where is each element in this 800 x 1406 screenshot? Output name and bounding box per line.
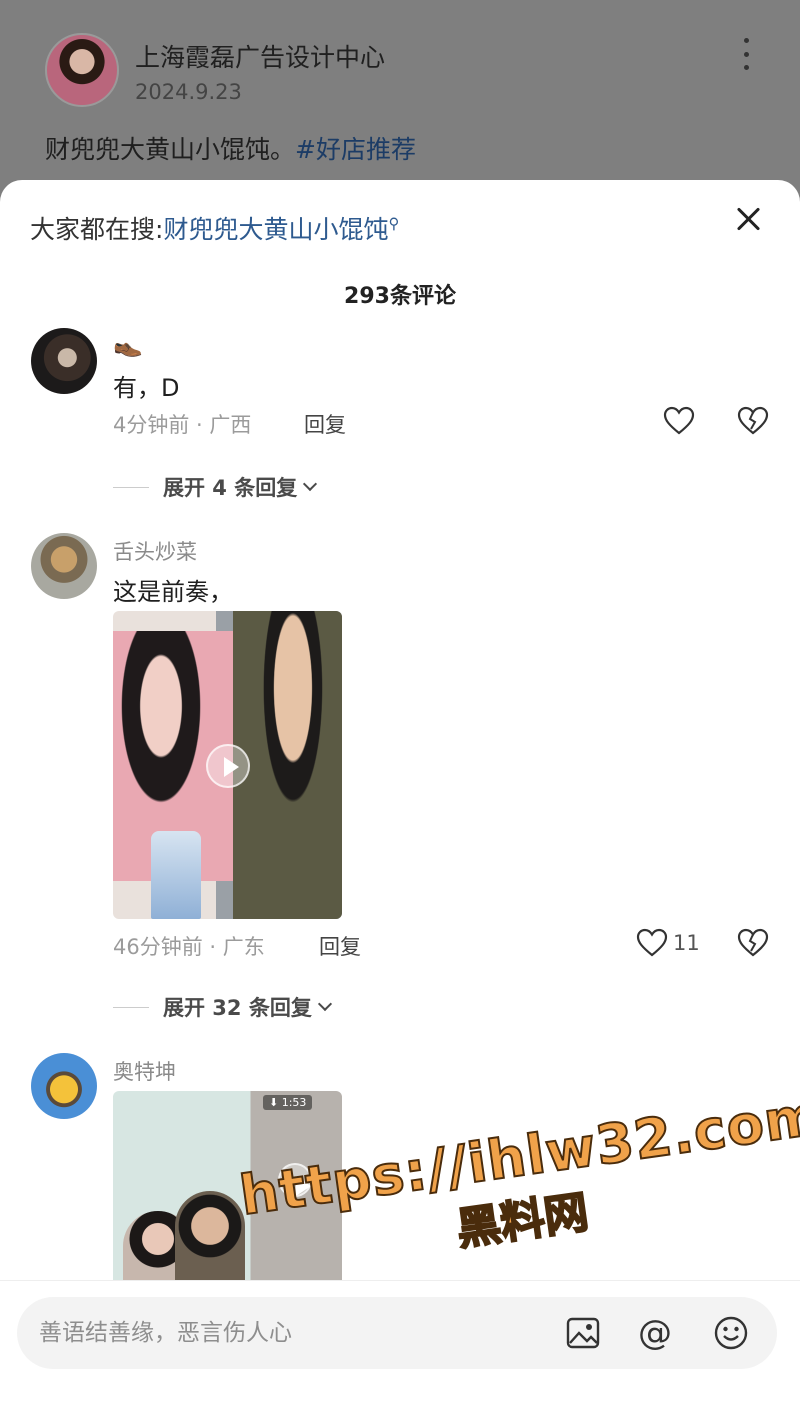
expand-replies-button[interactable]: 展开 32 条回复 (113, 992, 332, 1022)
avatar[interactable] (31, 1053, 97, 1119)
search-icon[interactable]: ⚲ (388, 215, 399, 233)
expand-label[interactable]: 展开 4 条回复 (163, 472, 297, 502)
reply-button[interactable]: 回复 (319, 931, 361, 961)
search-prefix: 大家都在搜: (30, 215, 164, 244)
search-term[interactable]: 财兜兜大黄山小馄饨 (163, 215, 388, 244)
comment-meta: 4分钟前 · 广西 (113, 413, 252, 437)
video-thumbnail[interactable] (113, 611, 342, 919)
video-person (175, 1191, 245, 1291)
video-duration: ⬇ 1:53 (263, 1095, 313, 1110)
comments-sheet: 大家都在搜:财兜兜大黄山小馄饨⚲ 293条评论 👞 有，D 4分钟前 · 广西 … (0, 180, 800, 1406)
comment-input[interactable] (39, 1315, 539, 1351)
emoji-icon[interactable] (713, 1315, 749, 1351)
chevron-down-icon (317, 996, 332, 1012)
more-vertical-icon[interactable] (736, 38, 756, 70)
expand-label[interactable]: 展开 32 条回复 (163, 992, 312, 1022)
at-icon[interactable]: @ (637, 1315, 673, 1351)
comment-input-bar: @ (0, 1280, 800, 1406)
comment-count: 293条评论 (344, 284, 456, 309)
comment-meta: 46分钟前 · 广东 (113, 935, 265, 959)
divider (113, 1006, 149, 1008)
reply-button[interactable]: 回复 (304, 409, 346, 439)
bottle (151, 831, 201, 919)
post-header-dimmed: 上海霞磊广告设计中心 2024.9.23 财兜兜大黄山小馄饨。#好店推荐 (0, 0, 800, 200)
image-icon[interactable] (565, 1315, 601, 1351)
post-body: 财兜兜大黄山小馄饨。 (45, 135, 296, 164)
wall-decoration (119, 1103, 179, 1193)
commenter-name[interactable]: 舌头炒菜 (113, 536, 197, 566)
broken-heart-icon[interactable] (737, 928, 769, 958)
author-avatar[interactable] (45, 33, 119, 107)
divider (113, 486, 149, 488)
commenter-name[interactable]: 👞 (113, 330, 143, 358)
play-icon[interactable] (206, 744, 250, 788)
search-suggestion: 大家都在搜:财兜兜大黄山小馄饨⚲ (30, 210, 399, 246)
heart-icon[interactable] (663, 406, 695, 436)
search-suggestion-link[interactable]: 财兜兜大黄山小馄饨⚲ (163, 215, 399, 244)
avatar[interactable] (31, 533, 97, 599)
heart-icon[interactable] (636, 928, 668, 958)
post-hashtag[interactable]: #好店推荐 (295, 135, 416, 164)
video-thumbnail[interactable]: ⬇ 1:53 (113, 1091, 342, 1291)
comment-text: 有，D (113, 374, 180, 402)
chevron-down-icon (303, 476, 318, 492)
expand-replies-button[interactable]: 展开 4 条回复 (113, 472, 318, 502)
comment-text: 这是前奏， (113, 578, 233, 606)
commenter-name[interactable]: 奥特坤 (113, 1056, 176, 1086)
post-author-name[interactable]: 上海霞磊广告设计中心 (135, 38, 385, 74)
post-text: 财兜兜大黄山小馄饨。#好店推荐 (45, 130, 416, 166)
post-date: 2024.9.23 (135, 80, 242, 104)
comment-input-container[interactable]: @ (17, 1297, 777, 1369)
close-icon[interactable] (733, 204, 763, 234)
like-count: 11 (673, 931, 700, 955)
play-icon[interactable] (278, 1163, 312, 1197)
broken-heart-icon[interactable] (737, 406, 769, 436)
avatar[interactable] (31, 328, 97, 394)
